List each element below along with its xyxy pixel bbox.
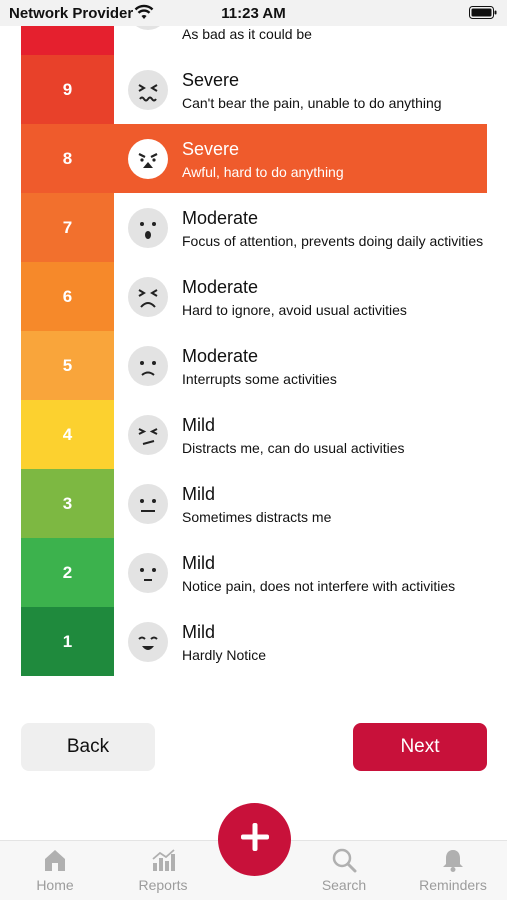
- pain-level-number: 2: [21, 538, 114, 607]
- pain-level-row-5[interactable]: 5 Moderate Interrupts some activities: [0, 331, 507, 400]
- pain-level-number: 7: [21, 193, 114, 262]
- add-button[interactable]: [218, 803, 291, 876]
- battery-icon: [469, 6, 497, 19]
- pain-level-title: Moderate: [182, 277, 259, 297]
- happy-face-icon: [128, 622, 168, 662]
- tab-home[interactable]: Home: [10, 847, 100, 893]
- pain-level-title: Severe: [182, 70, 240, 90]
- tab-search[interactable]: Search: [299, 847, 389, 893]
- pain-level-number: 3: [21, 469, 114, 538]
- tab-reminders-label: Reminders: [419, 877, 487, 893]
- frown-face-icon: [128, 277, 168, 317]
- pain-level-title: Severe: [182, 139, 240, 159]
- pain-scale-screen: Network Provider 11:23 AM 10 As: [0, 0, 507, 900]
- pain-level-title: Mild: [182, 553, 216, 573]
- pain-level-title: Mild: [182, 415, 216, 435]
- pain-level-description: Notice pain, does not interfere with act…: [182, 578, 456, 594]
- pain-level-description: As bad as it could be: [182, 26, 312, 42]
- tab-reports[interactable]: Reports: [118, 847, 208, 893]
- pain-level-row-1[interactable]: 1 Mild Hardly Notice: [0, 607, 507, 676]
- pain-level-description: Focus of attention, prevents doing daily…: [182, 233, 484, 249]
- status-time: 11:23 AM: [221, 5, 286, 22]
- pain-level-number: 4: [21, 400, 114, 469]
- annoyed-face-icon: [128, 415, 168, 455]
- pain-level-description: Sometimes distracts me: [182, 509, 332, 525]
- pain-level-description: Hard to ignore, avoid usual activities: [182, 302, 407, 318]
- pain-level-description: Can't bear the pain, unable to do anythi…: [182, 95, 442, 111]
- pain-level-row-8[interactable]: 8 Severe Awful, hard to do anything: [0, 124, 507, 193]
- sad-face-icon: [128, 346, 168, 386]
- next-button[interactable]: Next: [353, 723, 487, 771]
- pain-level-row-3[interactable]: 3 Mild Sometimes distracts me: [0, 469, 507, 538]
- pain-level-title: Moderate: [182, 208, 259, 228]
- pain-level-description: Distracts me, can do usual activities: [182, 440, 405, 456]
- status-bar: Network Provider 11:23 AM: [0, 0, 507, 26]
- distressed-face-icon: [128, 139, 168, 179]
- pain-level-row-7[interactable]: 7 Moderate Focus of attention, prevents …: [0, 193, 507, 262]
- tab-reminders[interactable]: Reminders: [408, 847, 498, 893]
- pain-level-row-4[interactable]: 4 Mild Distracts me, can do usual activi…: [0, 400, 507, 469]
- pain-level-number: 1: [21, 607, 114, 676]
- home-icon: [42, 847, 68, 873]
- pain-level-description: Interrupts some activities: [182, 371, 337, 387]
- pain-level-number: 5: [21, 331, 114, 400]
- bar-chart-icon: [150, 847, 176, 873]
- crying-face-icon: [128, 70, 168, 110]
- neutral-face-icon: [128, 484, 168, 524]
- slight-face-icon: [128, 553, 168, 593]
- pain-level-title: Mild: [182, 622, 216, 642]
- pain-level-number: 9: [21, 55, 114, 124]
- back-button[interactable]: Back: [21, 723, 155, 771]
- pain-level-row-6[interactable]: 6 Moderate Hard to ignore, avoid usual a…: [0, 262, 507, 331]
- bell-icon: [440, 847, 466, 873]
- shocked-face-icon: [128, 208, 168, 248]
- pain-level-number: 8: [21, 124, 114, 193]
- search-icon: [331, 847, 357, 873]
- tab-reports-label: Reports: [138, 877, 188, 893]
- pain-level-row-2[interactable]: 2 Mild Notice pain, does not interfere w…: [0, 538, 507, 607]
- pain-level-description: Awful, hard to do anything: [182, 164, 344, 180]
- tab-home-label: Home: [36, 877, 74, 893]
- pain-level-row-9[interactable]: 9 Severe Can't bear the pain, unable to …: [0, 55, 507, 124]
- pain-level-title: Mild: [182, 484, 216, 504]
- plus-icon: [239, 821, 271, 858]
- tab-search-label: Search: [321, 877, 367, 893]
- pain-level-title: Moderate: [182, 346, 259, 366]
- pain-level-number: 6: [21, 262, 114, 331]
- pain-level-description: Hardly Notice: [182, 647, 267, 663]
- pain-scale-list: 10 As bad as it could be 9 Severe Can't …: [0, 0, 507, 676]
